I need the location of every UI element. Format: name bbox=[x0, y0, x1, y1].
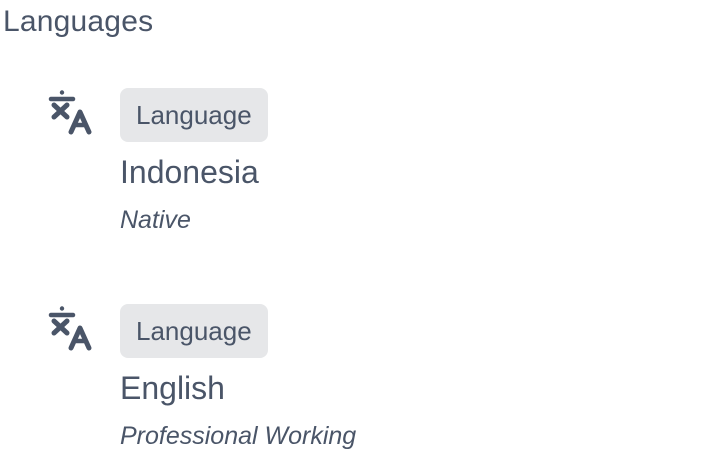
language-badge: Language bbox=[120, 304, 268, 358]
proficiency-level: Native bbox=[120, 206, 191, 234]
language-entry: Language English Professional Working bbox=[0, 302, 714, 472]
language-name: Indonesia bbox=[120, 154, 259, 190]
section-title: Languages bbox=[3, 5, 154, 38]
translate-icon bbox=[45, 304, 93, 352]
language-badge: Language bbox=[120, 88, 268, 142]
proficiency-level: Professional Working bbox=[120, 422, 357, 450]
language-entry: Language Indonesia Native bbox=[0, 86, 714, 256]
translate-icon bbox=[45, 88, 93, 136]
language-name: English bbox=[120, 370, 225, 406]
